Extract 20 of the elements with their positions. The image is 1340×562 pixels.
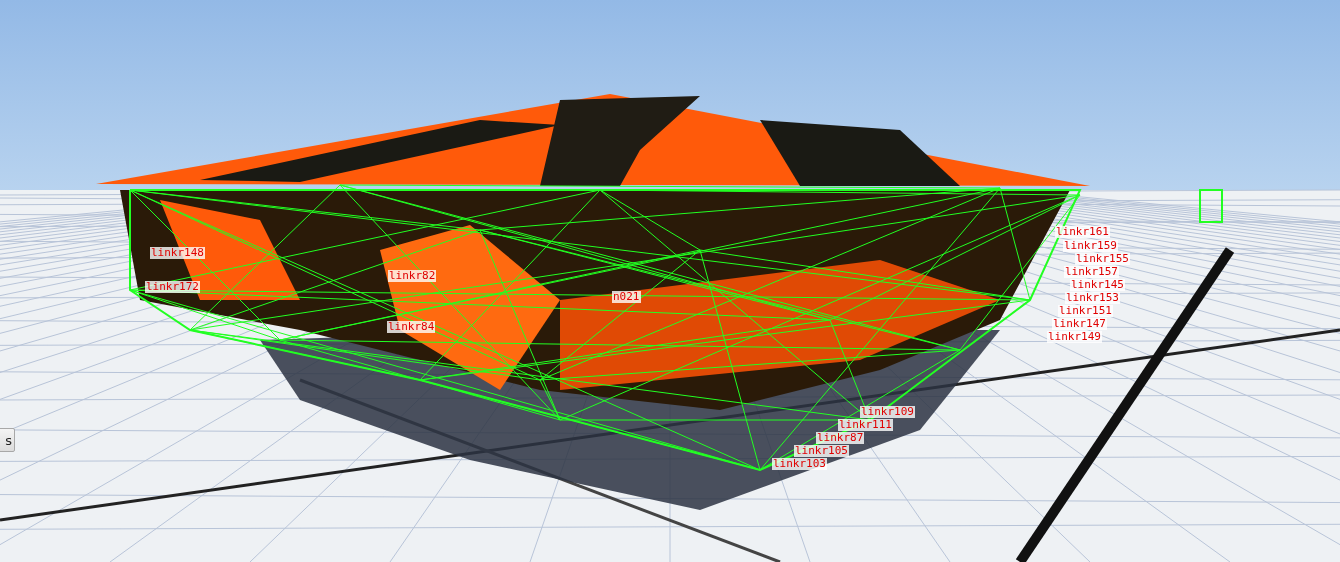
node-label: linkr111 (838, 419, 893, 431)
side-button[interactable]: s (0, 428, 15, 452)
node-label: linkr148 (150, 247, 205, 259)
node-label: linkr147 (1052, 318, 1107, 330)
node-label: n021 (612, 291, 641, 303)
node-label: linkr155 (1075, 253, 1130, 265)
node-label: linkr109 (860, 406, 915, 418)
node-label: linkr172 (145, 281, 200, 293)
node-label: linkr157 (1064, 266, 1119, 278)
node-label: linkr105 (794, 445, 849, 457)
node-label: linkr159 (1063, 240, 1118, 252)
node-label: linkr84 (387, 321, 436, 333)
node-label: linkr149 (1047, 331, 1102, 343)
node-label: linkr161 (1055, 226, 1110, 238)
node-label: linkr87 (816, 432, 865, 444)
node-label: linkr103 (772, 458, 827, 470)
node-label: linkr153 (1065, 292, 1120, 304)
node-label: linkr151 (1058, 305, 1113, 317)
node-label: linkr145 (1070, 279, 1125, 291)
node-label: linkr82 (388, 270, 437, 282)
